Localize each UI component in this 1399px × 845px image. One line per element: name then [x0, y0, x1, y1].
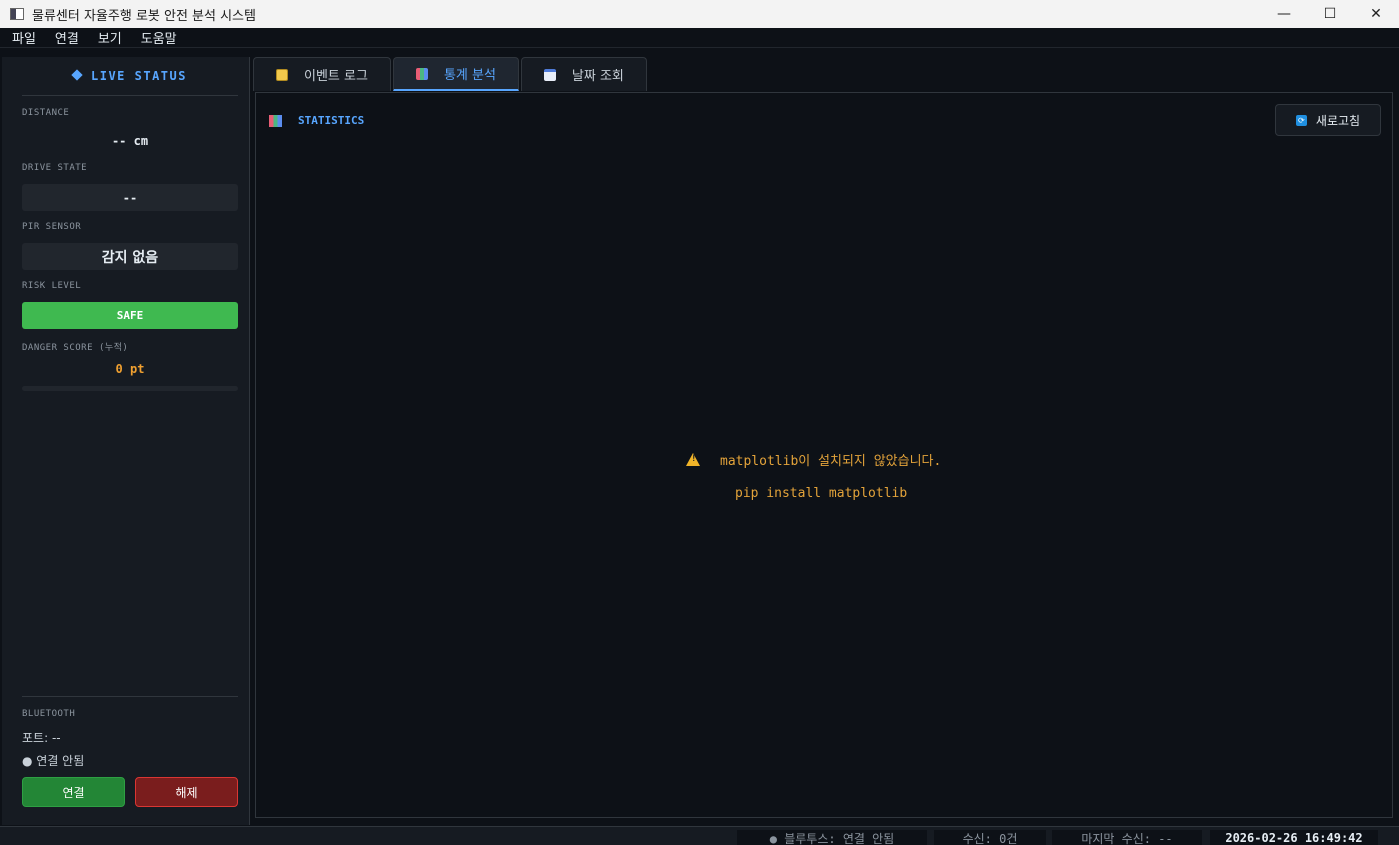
matplotlib-warning: matplotlib이 설치되지 않았습니다. — [686, 450, 941, 469]
distance-value: -- cm — [111, 134, 149, 148]
port-text: 포트: -- — [22, 731, 61, 745]
received-count: 수신: 0건 — [934, 830, 1046, 845]
disconnect-button[interactable]: 해제 — [135, 777, 238, 807]
last-received: 마지막 수신: -- — [1052, 830, 1202, 845]
refresh-button[interactable]: ⟳ 새로고침 — [1275, 104, 1381, 136]
statistics-panel: STATISTICS ⟳새로고침 matplotlib이 설치되지 않았습니다.… — [255, 92, 1393, 818]
statistics-header: STATISTICS — [269, 114, 364, 127]
menu-connect[interactable]: 연결 — [43, 28, 86, 47]
close-button[interactable]: ✕ — [1353, 0, 1399, 28]
risk-level-label: RISK LEVEL — [22, 281, 82, 291]
diamond-icon — [71, 69, 83, 81]
connect-button[interactable]: 연결 — [22, 777, 125, 807]
bar-chart-icon — [415, 67, 428, 80]
drive-state-label: DRIVE STATE — [22, 163, 88, 173]
status-bar: ● 블루투스: 연결 안됨 수신: 0건 마지막 수신: -- 2026-02-… — [0, 826, 1399, 845]
maximize-button[interactable]: ☐ — [1307, 0, 1353, 28]
warning-icon — [686, 453, 700, 466]
status-sidebar: LIVE STATUS DISTANCE -- cm DRIVE STATE -… — [2, 57, 250, 825]
bluetooth-label: BLUETOOTH — [22, 709, 76, 719]
pir-sensor-label: PIR SENSOR — [22, 222, 82, 232]
menu-help[interactable]: 도움말 — [129, 28, 184, 47]
install-hint: pip install matplotlib — [735, 486, 908, 501]
menu-file[interactable]: 파일 — [0, 28, 43, 47]
tab-date-search[interactable]: 날짜 조회 — [520, 57, 647, 91]
current-datetime: 2026-02-26 16:49:42 — [1210, 830, 1378, 845]
divider — [22, 696, 238, 697]
bluetooth-status: ● 블루투스: 연결 안됨 — [737, 830, 927, 845]
app-icon — [10, 8, 24, 20]
title-bar: 물류센터 자율주행 로봇 안전 분석 시스템 — ☐ ✕ — [0, 0, 1399, 28]
pir-sensor-value: 감지 없음 — [22, 243, 238, 270]
tab-event-log[interactable]: 이벤트 로그 — [253, 57, 391, 91]
distance-label: DISTANCE — [22, 108, 70, 118]
live-status-title: LIVE STATUS — [22, 69, 238, 83]
menu-view[interactable]: 보기 — [86, 28, 129, 47]
bar-chart-icon — [269, 114, 282, 127]
minimize-button[interactable]: — — [1261, 0, 1307, 28]
statistics-title: STATISTICS — [298, 114, 365, 127]
risk-level-badge: SAFE — [22, 302, 238, 329]
window-title: 물류센터 자율주행 로봇 안전 분석 시스템 — [32, 8, 256, 24]
connection-status: ● 연결 안됨 — [22, 754, 85, 768]
danger-score-value: 0 pt — [115, 362, 145, 376]
menu-bar: 파일 연결 보기 도움말 — [0, 28, 1399, 48]
drive-state-value: -- — [22, 184, 238, 211]
danger-score-label: DANGER SCORE (누적) — [22, 343, 129, 353]
tab-statistics[interactable]: 통계 분석 — [392, 57, 519, 91]
clipboard-icon — [276, 68, 288, 81]
calendar-icon — [543, 68, 556, 81]
danger-score-bar — [22, 386, 238, 391]
divider — [22, 95, 238, 96]
tab-bar: 이벤트 로그 통계 분석 날짜 조회 — [253, 57, 647, 92]
refresh-icon: ⟳ — [1295, 114, 1307, 126]
